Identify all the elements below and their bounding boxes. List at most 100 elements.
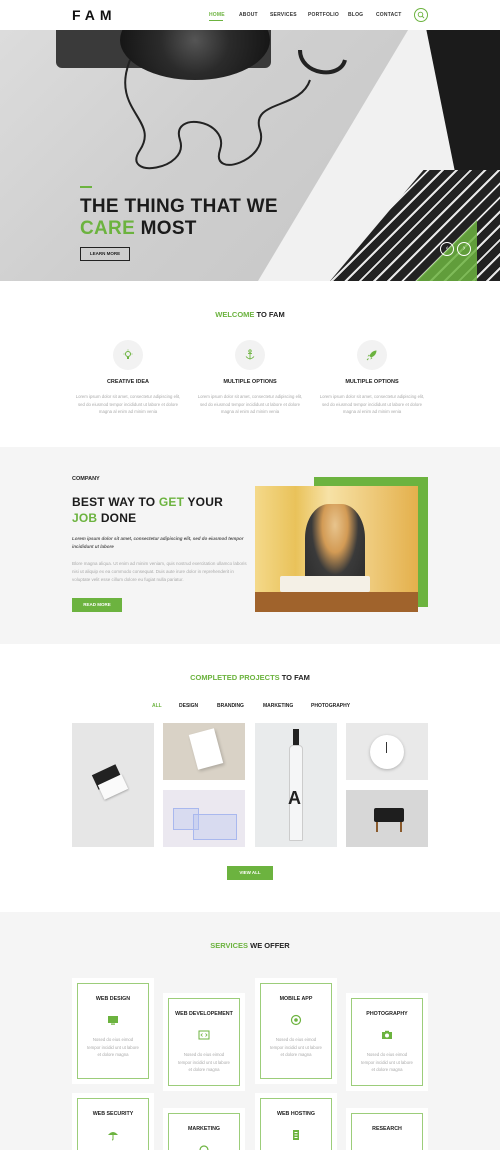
company-intro: Lorem ipsum dolor sit amet, consectetur … [72,536,244,549]
filter-marketing[interactable]: MARKETING [263,703,293,709]
service-card[interactable]: MARKETING [163,1108,245,1150]
project-tile-letterhead[interactable] [163,723,245,780]
service-card[interactable]: WEB DEVELOPEMENT Nosed do eius eimod tem… [163,993,245,1091]
nav-services[interactable]: SERVICES [270,12,297,18]
service-card[interactable]: PHOTOGRAPHY Nosed do eius eimod tempor i… [346,993,428,1091]
service-card[interactable]: WEB DESIGN Nosed do eius eimod tempor in… [72,978,154,1084]
tile-block [193,814,237,840]
globe-icon [290,1014,302,1026]
service-card[interactable]: WEB HOSTING [255,1093,337,1150]
hero-banner [0,30,500,281]
service-card[interactable]: RESEARCH [346,1108,428,1150]
camera-icon [382,1030,392,1039]
project-tile-bottle[interactable]: A [255,723,337,847]
projects-heading: COMPLETED PROJECTS TO FAM [0,673,500,682]
nav-about[interactable]: ABOUT [239,12,258,18]
hero-title-line1: THE THING THAT WE [80,196,278,217]
tile-chair-leg [376,822,378,832]
service-card-border: WEB DESIGN Nosed do eius eimod tempor in… [77,983,149,1079]
tile-chair-seat [374,808,404,822]
filter-all[interactable]: ALL [152,703,162,709]
rocket-icon [366,350,377,361]
project-tile-acrylic-blocks[interactable] [163,790,245,847]
read-more-button[interactable]: READ MORE [72,598,122,612]
service-card-border: RESEARCH [351,1113,423,1150]
company-heading-accent: JOB [72,511,98,525]
marketing-icon [199,1145,209,1150]
server-icon [293,1130,299,1140]
service-card-border: MARKETING [168,1113,240,1150]
feature-text: Lorem ipsum dolor sit amet, consectetur … [319,394,425,414]
service-card[interactable]: WEB SECURITY [72,1093,154,1150]
welcome-heading-accent: WELCOME [215,310,255,319]
projects-heading-rest: TO FAM [279,673,310,682]
umbrella-icon [108,1132,118,1141]
services-heading: SERVICES WE OFFER [0,941,500,950]
project-tile-clock[interactable] [346,723,428,780]
feature-icon-circle [235,340,265,370]
company-body: Blore magna aliqua. Ut enim ad minim ven… [72,561,247,582]
monitor-icon [108,1016,118,1025]
chevron-right-icon: › [462,245,466,252]
filter-branding[interactable]: BRANDING [217,703,244,709]
tile-bottle-logo: A [288,788,301,808]
photo-book [280,576,370,592]
service-title: MOBILE APP [279,996,313,1002]
hero-accent-bar [80,186,92,188]
slider-prev-button[interactable]: ‹ [440,242,454,256]
project-tile-chair[interactable] [346,790,428,847]
service-text: Nosed do eius eimod tempor incidid unt u… [270,1037,322,1057]
code-icon [198,1030,210,1040]
nav-blog[interactable]: BLOG [348,12,363,18]
service-card-border: WEB SECURITY [77,1098,149,1150]
filter-design[interactable]: DESIGN [179,703,198,709]
tile-letter-paper [188,728,224,770]
company-heading-text: YOUR [184,495,223,509]
service-title: MARKETING [187,1126,221,1132]
filter-photography[interactable]: PHOTOGRAPHY [311,703,350,709]
service-title: WEB HOSTING [277,1111,315,1117]
anchor-icon [245,349,255,360]
tile-bottle-cap [293,729,299,745]
service-card[interactable]: MOBILE APP Nosed do eius eimod tempor in… [255,978,337,1084]
logo[interactable]: FAM [72,7,117,23]
company-heading-line1: BEST WAY TO GET YOUR [72,495,223,509]
feature-title: MULTIPLE OPTIONS [345,379,399,385]
learn-more-button[interactable]: LEARN MORE [80,247,130,261]
service-text: Nosed do eius eimod tempor incidid unt u… [361,1052,413,1072]
search-button[interactable] [414,8,428,22]
project-tile-business-cards[interactable] [72,723,154,847]
feature-text: Lorem ipsum dolor sit amet, consectetur … [75,394,181,414]
service-card-border: WEB DEVELOPEMENT Nosed do eius eimod tem… [168,998,240,1086]
services-heading-rest: WE OFFER [248,941,290,950]
nav-portfolio[interactable]: PORTFOLIO [308,12,339,18]
service-card-border: WEB HOSTING [260,1098,332,1150]
company-label: COMPANY [72,476,100,482]
hero-title-accent: CARE [80,218,136,239]
service-card-border: MOBILE APP Nosed do eius eimod tempor in… [260,983,332,1079]
tile-chair-leg [400,822,402,832]
service-title: WEB SECURITY [92,1111,134,1117]
chevron-left-icon: ‹ [445,245,449,252]
feature-title: CREATIVE IDEA [106,379,150,385]
company-heading-accent: GET [158,495,185,509]
service-title: RESEARCH [372,1126,402,1132]
service-title: WEB DEVELOPEMENT [175,1011,233,1017]
view-all-button[interactable]: VIEW ALL [227,866,273,880]
feature-icon-circle [113,340,143,370]
service-text: Nosed do eius eimod tempor incidid unt u… [178,1052,230,1072]
nav-home[interactable]: HOME [209,12,225,18]
tile-clock-face [370,735,404,769]
nav-contact[interactable]: CONTACT [376,12,401,18]
slider-next-button[interactable]: › [457,242,471,256]
hero-title-rest: MOST [135,218,197,239]
hero-cable-image [124,50,347,170]
photo-desk [255,592,418,612]
company-heading-text: DONE [97,511,137,525]
welcome-heading-rest: TO FAM [254,310,285,319]
company-heading-line2: JOB DONE [72,511,136,525]
hero-title-line2: CARE MOST [80,218,197,240]
feature-icon-circle [357,340,387,370]
services-heading-accent: SERVICES [210,941,249,950]
search-icon [417,11,425,19]
